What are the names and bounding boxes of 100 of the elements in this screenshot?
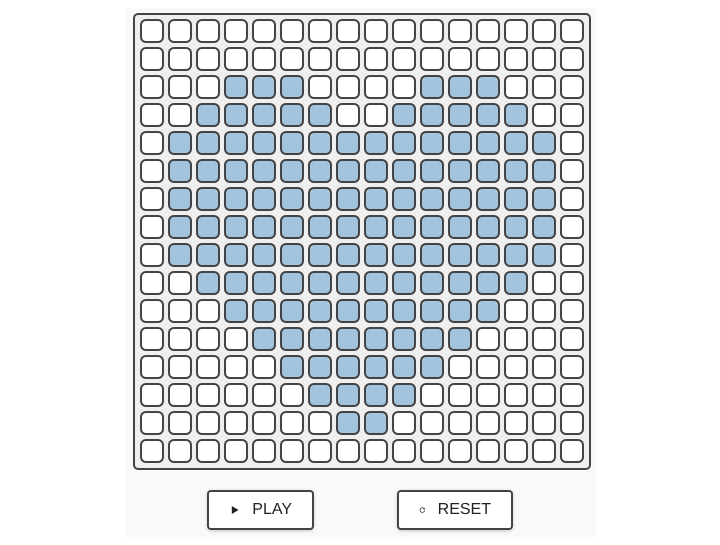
- grid-cell[interactable]: [168, 355, 192, 379]
- grid-cell[interactable]: [252, 159, 276, 183]
- grid-cell[interactable]: [448, 355, 472, 379]
- grid-cell[interactable]: [308, 327, 332, 351]
- grid-cell[interactable]: [560, 327, 584, 351]
- grid-cell[interactable]: [336, 299, 360, 323]
- grid-cell[interactable]: [420, 215, 444, 239]
- grid-cell[interactable]: [140, 299, 164, 323]
- grid-cell[interactable]: [308, 159, 332, 183]
- grid-cell[interactable]: [420, 187, 444, 211]
- grid-cell[interactable]: [560, 411, 584, 435]
- grid-cell[interactable]: [308, 439, 332, 463]
- grid-cell[interactable]: [532, 271, 556, 295]
- grid-cell[interactable]: [196, 19, 220, 43]
- grid-cell[interactable]: [140, 271, 164, 295]
- grid-cell[interactable]: [504, 439, 528, 463]
- grid-cell[interactable]: [532, 47, 556, 71]
- grid-cell[interactable]: [140, 411, 164, 435]
- grid-cell[interactable]: [392, 439, 416, 463]
- grid-cell[interactable]: [560, 19, 584, 43]
- grid-cell[interactable]: [560, 439, 584, 463]
- grid-cell[interactable]: [392, 271, 416, 295]
- grid-cell[interactable]: [560, 243, 584, 267]
- grid-cell[interactable]: [560, 299, 584, 323]
- grid-cell[interactable]: [420, 47, 444, 71]
- grid-cell[interactable]: [196, 215, 220, 239]
- grid-cell[interactable]: [140, 19, 164, 43]
- grid-cell[interactable]: [168, 383, 192, 407]
- grid-cell[interactable]: [476, 411, 500, 435]
- grid-cell[interactable]: [280, 355, 304, 379]
- grid-cell[interactable]: [560, 271, 584, 295]
- grid-cell[interactable]: [308, 131, 332, 155]
- grid-cell[interactable]: [224, 47, 248, 71]
- grid-cell[interactable]: [252, 411, 276, 435]
- grid-cell[interactable]: [504, 383, 528, 407]
- grid-cell[interactable]: [532, 215, 556, 239]
- grid-cell[interactable]: [560, 383, 584, 407]
- grid-cell[interactable]: [532, 19, 556, 43]
- grid-cell[interactable]: [420, 159, 444, 183]
- grid-cell[interactable]: [364, 215, 388, 239]
- grid-cell[interactable]: [196, 355, 220, 379]
- grid-cell[interactable]: [336, 215, 360, 239]
- grid-cell[interactable]: [336, 103, 360, 127]
- grid-cell[interactable]: [392, 19, 416, 43]
- grid-cell[interactable]: [140, 47, 164, 71]
- grid-cell[interactable]: [448, 19, 472, 43]
- grid-cell[interactable]: [392, 103, 416, 127]
- grid-cell[interactable]: [560, 159, 584, 183]
- grid-cell[interactable]: [252, 355, 276, 379]
- grid-cell[interactable]: [476, 271, 500, 295]
- grid-cell[interactable]: [280, 243, 304, 267]
- grid-cell[interactable]: [280, 103, 304, 127]
- grid-cell[interactable]: [196, 327, 220, 351]
- grid-cell[interactable]: [392, 411, 416, 435]
- grid-cell[interactable]: [448, 103, 472, 127]
- grid-cell[interactable]: [280, 327, 304, 351]
- grid-cell[interactable]: [252, 103, 276, 127]
- grid-cell[interactable]: [392, 131, 416, 155]
- grid-cell[interactable]: [476, 19, 500, 43]
- grid-cell[interactable]: [224, 215, 248, 239]
- grid-cell[interactable]: [364, 75, 388, 99]
- grid-cell[interactable]: [168, 159, 192, 183]
- grid-cell[interactable]: [448, 243, 472, 267]
- grid-cell[interactable]: [560, 75, 584, 99]
- grid-cell[interactable]: [392, 75, 416, 99]
- grid-cell[interactable]: [140, 75, 164, 99]
- grid-cell[interactable]: [308, 187, 332, 211]
- grid-cell[interactable]: [420, 103, 444, 127]
- grid-cell[interactable]: [280, 131, 304, 155]
- grid-cell[interactable]: [504, 131, 528, 155]
- grid-cell[interactable]: [448, 271, 472, 295]
- grid-cell[interactable]: [336, 327, 360, 351]
- grid-cell[interactable]: [196, 47, 220, 71]
- grid-cell[interactable]: [252, 131, 276, 155]
- grid-cell[interactable]: [392, 187, 416, 211]
- grid-cell[interactable]: [252, 271, 276, 295]
- grid-cell[interactable]: [448, 187, 472, 211]
- grid-cell[interactable]: [560, 187, 584, 211]
- grid-cell[interactable]: [336, 439, 360, 463]
- grid-cell[interactable]: [420, 243, 444, 267]
- grid-cell[interactable]: [336, 271, 360, 295]
- grid-cell[interactable]: [168, 243, 192, 267]
- grid-cell[interactable]: [448, 75, 472, 99]
- grid-cell[interactable]: [336, 383, 360, 407]
- grid-cell[interactable]: [280, 215, 304, 239]
- grid-cell[interactable]: [364, 19, 388, 43]
- grid-cell[interactable]: [504, 103, 528, 127]
- grid-cell[interactable]: [308, 299, 332, 323]
- grid-cell[interactable]: [224, 103, 248, 127]
- grid-cell[interactable]: [364, 47, 388, 71]
- grid-cell[interactable]: [280, 75, 304, 99]
- grid-cell[interactable]: [532, 439, 556, 463]
- grid-cell[interactable]: [504, 75, 528, 99]
- grid-cell[interactable]: [476, 159, 500, 183]
- reset-button[interactable]: RESET: [397, 490, 513, 530]
- grid-cell[interactable]: [336, 159, 360, 183]
- grid-cell[interactable]: [392, 159, 416, 183]
- grid-cell[interactable]: [364, 131, 388, 155]
- grid-cell[interactable]: [224, 327, 248, 351]
- grid-cell[interactable]: [504, 187, 528, 211]
